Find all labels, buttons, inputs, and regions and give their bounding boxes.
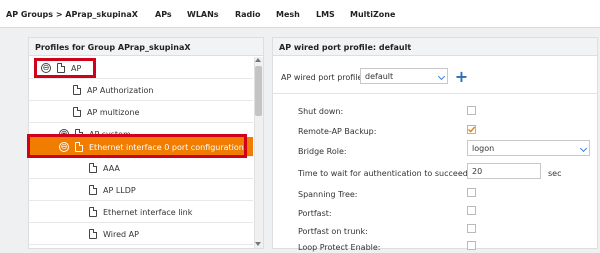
document-icon (73, 85, 81, 95)
document-icon (89, 207, 97, 217)
auth-wait-label: Time to wait for authentication to succe… (298, 169, 471, 178)
scrollbar-thumb[interactable] (255, 66, 262, 116)
tree-item-ap-authorization[interactable]: AP Authorization (29, 79, 253, 101)
profile-select[interactable]: default (360, 68, 448, 84)
portfast-checkbox[interactable] (467, 206, 476, 215)
tree-item-label: AAA (103, 164, 120, 173)
tree-item-label: AP (71, 64, 82, 73)
collapse-icon[interactable]: ⊖ (59, 142, 69, 152)
profile-label: AP wired port profile: (281, 73, 366, 82)
profile-select-value: default (365, 72, 394, 81)
bridge-role-label: Bridge Role: (298, 147, 347, 156)
loop-protect-checkbox[interactable] (467, 241, 476, 250)
remote-ap-backup-label: Remote-AP Backup: (298, 127, 377, 136)
spanning-tree-label: Spanning Tree: (298, 190, 358, 199)
chevron-down-icon (579, 144, 588, 153)
tree-item-ethernet-interface-0[interactable]: ⊖ Ethernet interface 0 port configuratio… (29, 137, 253, 157)
tab-wlans[interactable]: WLANs (187, 10, 219, 19)
shutdown-checkbox[interactable] (467, 106, 476, 115)
profiles-panel-title: Profiles for Group APrap_skupinaX (29, 38, 263, 56)
tree-item-wired-ap[interactable]: Wired AP (29, 223, 253, 245)
document-icon (89, 229, 97, 239)
bridge-role-select[interactable]: logon (467, 140, 590, 156)
spanning-tree-checkbox[interactable] (467, 188, 476, 197)
document-icon (89, 185, 97, 195)
auth-wait-input[interactable]: 20 (467, 163, 541, 179)
portfast-trunk-checkbox[interactable] (467, 224, 476, 233)
tree-item-label: AP LLDP (103, 186, 136, 195)
shutdown-label: Shut down: (298, 107, 344, 116)
loop-protect-label: Loop Protect Enable: (298, 243, 381, 252)
check-icon (468, 126, 476, 133)
document-icon (73, 107, 81, 117)
collapse-icon[interactable]: ⊖ (41, 63, 51, 73)
tree-item-label: AP multizone (87, 108, 140, 117)
scroll-up-icon[interactable] (255, 58, 261, 62)
document-icon (89, 163, 97, 173)
tree-item-label: Ethernet interface link (103, 208, 193, 217)
tree-item-ethernet-interface-link[interactable]: Ethernet interface link (29, 201, 253, 223)
tab-aps[interactable]: APs (155, 10, 172, 19)
tree-item-aaa[interactable]: AAA (29, 157, 253, 179)
tab-mesh[interactable]: Mesh (276, 10, 300, 19)
tree-item-ap-multizone[interactable]: AP multizone (29, 101, 253, 123)
bridge-role-value: logon (472, 144, 495, 153)
tab-multizone[interactable]: MultiZone (350, 10, 395, 19)
add-profile-button[interactable]: + (453, 69, 470, 86)
tree-item-label: AP Authorization (87, 86, 154, 95)
divider (272, 93, 598, 94)
scroll-down-icon[interactable] (255, 242, 261, 246)
tree-item-label: Ethernet interface 0 port configuration (89, 143, 244, 152)
tree-item-ap[interactable]: ⊖ AP (29, 57, 253, 79)
profiles-panel: Profiles for Group APrap_skupinaX ⊖ AP A… (28, 37, 264, 249)
document-icon (57, 63, 65, 73)
auth-wait-value: 20 (472, 167, 483, 176)
auth-wait-unit: sec (548, 169, 562, 178)
tab-radio[interactable]: Radio (235, 10, 261, 19)
chevron-down-icon (437, 72, 446, 81)
remote-ap-backup-checkbox[interactable] (467, 125, 476, 134)
document-icon (75, 142, 83, 152)
tree-item-label: Wired AP (103, 230, 139, 239)
breadcrumb[interactable]: AP Groups > APrap_skupinaX (6, 10, 138, 19)
tab-lms[interactable]: LMS (316, 10, 335, 19)
tree-item-ap-lldp[interactable]: AP LLDP (29, 179, 253, 201)
top-nav-bar: AP Groups > APrap_skupinaX APs WLANs Rad… (0, 0, 600, 28)
wired-port-profile-title: AP wired port profile: default (273, 38, 597, 56)
portfast-trunk-label: Portfast on trunk: (298, 227, 368, 236)
portfast-label: Portfast: (298, 209, 332, 218)
